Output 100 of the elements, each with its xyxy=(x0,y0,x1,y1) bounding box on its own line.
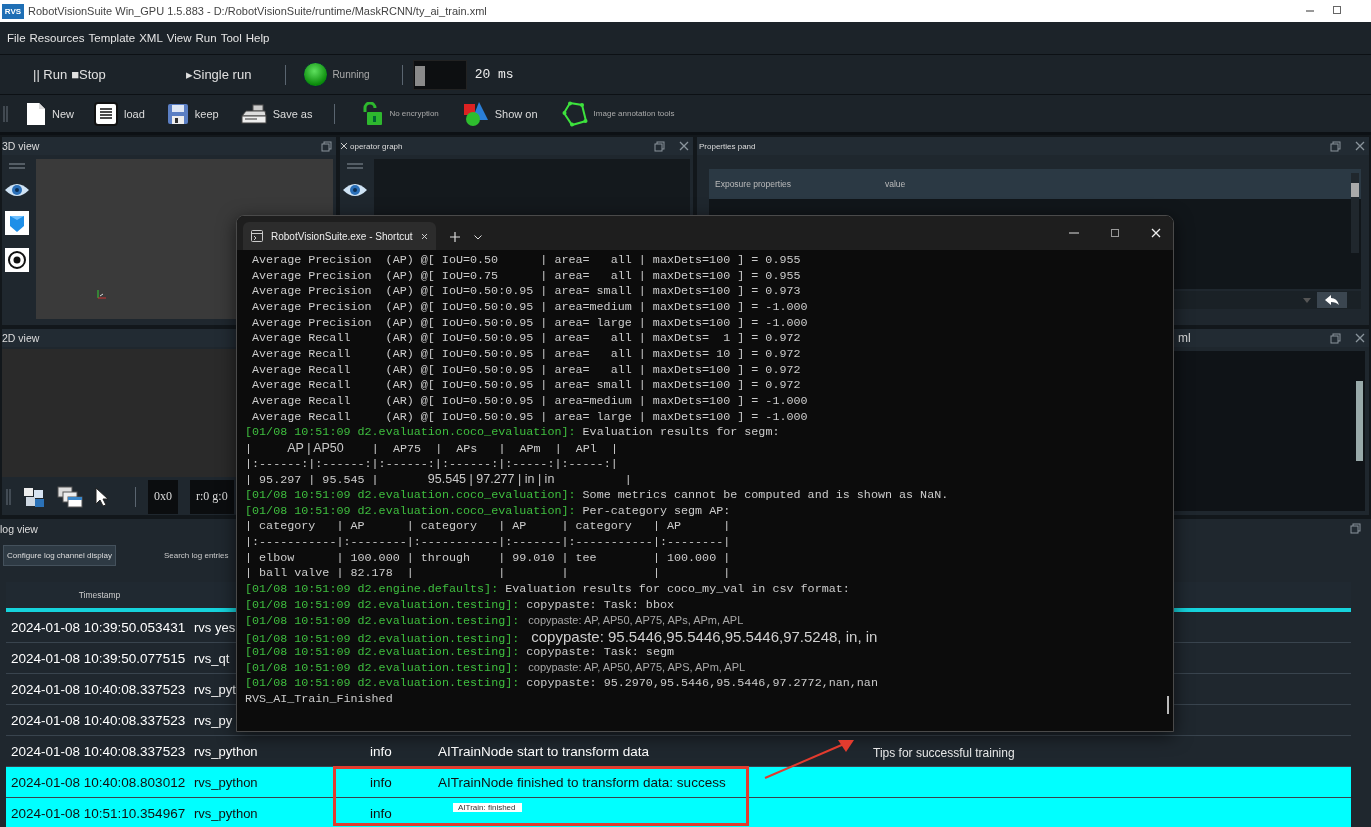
eye-icon[interactable] xyxy=(4,182,30,198)
pointer-icon[interactable] xyxy=(95,487,109,507)
table-cell-text: 2024-01-08 10:40:08.337523 xyxy=(10,712,186,728)
console-line: Average Recall (AR) @[ IoU=0.50:0.95 | area= small | maxDets=100 ] = 0.972 xyxy=(251,378,801,395)
console-line: | 95.297 | 95.545 | 95.545 | 97.277 | in | in | xyxy=(245,472,632,489)
menu-item[interactable]: Template xyxy=(88,32,136,44)
load-button[interactable]: load xyxy=(94,101,145,126)
list-icon xyxy=(94,101,118,126)
eye-icon[interactable] xyxy=(342,182,368,198)
console-line: Average Recall (AR) @[ IoU=0.50:0.95 | area= large | maxDets=100 ] = -1.000 xyxy=(251,409,808,426)
close-icon[interactable] xyxy=(420,232,428,240)
shapes-icon xyxy=(462,100,489,127)
scrollbar[interactable] xyxy=(1351,173,1359,253)
maximize-icon[interactable] xyxy=(1111,229,1119,237)
cube-icon xyxy=(7,213,27,233)
float-icon[interactable] xyxy=(1330,140,1341,152)
menu-item[interactable]: Run xyxy=(195,32,217,44)
table-cell-text: info xyxy=(369,774,392,790)
new-button[interactable]: New xyxy=(26,101,74,126)
column-header: Timestamp xyxy=(77,590,122,600)
column-header: Exposure properties xyxy=(714,179,793,189)
close-icon[interactable] xyxy=(340,142,348,150)
run-button[interactable]: || Run xyxy=(33,67,68,82)
console-line: |:------:|:------:|:------:|:------:|:-----:|:-----:| xyxy=(245,456,618,473)
annotation-tools-button[interactable]: Image annotation tools xyxy=(561,100,675,127)
console-line: Average Recall (AR) @[ IoU=0.50:0.95 | area= all | maxDets= 1 ] = 0.972 xyxy=(251,331,801,348)
console-line: Average Precision (AP) @[ IoU=0.50:0.95 | area= small | maxDets=100 ] = 0.973 xyxy=(251,284,801,300)
console-line: [01/08 10:51:09 d2.evaluation.testing]: copypaste: Task: bbox xyxy=(245,597,674,614)
encryption-button[interactable]: No encryption xyxy=(361,101,439,126)
cube-button[interactable] xyxy=(5,211,29,235)
text-cursor xyxy=(1167,696,1169,714)
speed-slider[interactable] xyxy=(412,59,467,90)
polygon-icon xyxy=(561,100,588,127)
save-as-button[interactable]: Save as xyxy=(240,103,313,124)
menu-item[interactable]: Tool xyxy=(220,32,242,44)
console-line: [01/08 10:51:09 d2.evaluation.testing]: copypaste: 95.2970,95.5446,95.5446,97.2772,nan,nan xyxy=(245,676,878,692)
back-button[interactable] xyxy=(1317,292,1347,308)
table-cell-text: rvs_python xyxy=(193,805,258,821)
panel-title: ml xyxy=(1178,331,1191,345)
document-icon xyxy=(26,101,46,126)
app-logo: RVS xyxy=(2,3,24,19)
table-cell-text: AITrainNode finished to transform data: success xyxy=(437,774,726,790)
menu-item[interactable]: View xyxy=(166,32,192,44)
table-cell-text: rvs_qt xyxy=(193,650,230,666)
plus-icon[interactable] xyxy=(449,232,460,242)
maximize-icon[interactable] xyxy=(1333,6,1341,14)
console-line: | AP | AP50 | AP75 | APs | APm | APl | xyxy=(245,441,618,457)
console-line: | elbow | 100.000 | through | 99.010 | tee | 100.000 | xyxy=(245,550,731,567)
table-cell-text: 2024-01-08 10:40:08.337523 xyxy=(10,743,186,759)
target-icon xyxy=(7,250,27,270)
log-row[interactable]: 2024-01-08 10:40:08.803012 rvs_python info AITrainNode finished to transform data: success xyxy=(6,767,1351,798)
scrollbar[interactable] xyxy=(1356,381,1363,461)
menu-item[interactable]: File xyxy=(7,32,26,44)
panel-title: 2D view xyxy=(2,332,40,344)
menu-item[interactable]: XML xyxy=(139,32,163,44)
annotation-text: Tips for successful training xyxy=(873,746,1015,760)
panel-title: log view xyxy=(0,522,38,535)
log-row[interactable]: 2024-01-08 10:51:10.354967 rvs_python info AITrain: finished xyxy=(6,798,1351,827)
menu-item[interactable]: Resources xyxy=(29,32,85,44)
table-cell-text: 2024-01-08 10:51:10.354967 xyxy=(10,805,186,821)
console-line: Average Recall (AR) @[ IoU=0.50:0.95 | area=medium | maxDets=100 ] = -1.000 xyxy=(251,394,808,410)
table-cell-text: AITrainNode start to transform data xyxy=(437,743,650,759)
show-button[interactable]: Show on xyxy=(462,100,538,127)
console-line: [01/08 10:51:09 d2.evaluation.testing]: copypaste: Task: segm xyxy=(245,644,674,661)
windows-cascade-icon[interactable] xyxy=(57,486,83,508)
chevron-down-icon[interactable] xyxy=(473,235,482,240)
console-line: [01/08 10:51:09 d2.engine.defaults]: Evaluation results for coco_my_val in csv format: xyxy=(245,582,850,598)
windows-tile-icon[interactable] xyxy=(23,486,45,508)
axis-icon xyxy=(96,289,108,299)
window-title: RobotVisionSuite Win_GPU 1.5.883 - D:/RobotVisionSuite/runtime/MaskRCNN/ty_ai_train.xml xyxy=(28,5,488,17)
float-icon[interactable] xyxy=(321,140,332,152)
panel-title: 3D view xyxy=(2,140,40,152)
stop-button[interactable]: ■Stop xyxy=(71,67,106,82)
menu-item[interactable]: Help xyxy=(245,32,270,44)
float-icon[interactable] xyxy=(1330,332,1341,344)
table-cell-text: rvs yes xyxy=(193,619,236,635)
console-tab[interactable]: RobotVisionSuite.exe - Shortcut xyxy=(243,222,436,250)
configure-button[interactable]: Configure log channel display xyxy=(3,544,116,566)
table-cell-text: rvs_python xyxy=(193,743,258,759)
table-cell-text: rvs_py xyxy=(193,712,233,728)
column-header: value xyxy=(884,179,907,189)
keep-button[interactable]: keep xyxy=(166,102,219,125)
grip-icon xyxy=(6,488,11,506)
tab-title: RobotVisionSuite.exe - Shortcut xyxy=(271,230,413,242)
console-line: Average Recall (AR) @[ IoU=0.50:0.95 | area= all | maxDets= 10 ] = 0.972 xyxy=(251,347,801,363)
console-line: [01/08 10:51:09 d2.evaluation.testing]: copypaste: 95.5446,95.5446,95.5446,97.5248, in, in xyxy=(245,629,878,645)
slider-thumb[interactable] xyxy=(414,65,426,86)
padlock-icon xyxy=(361,101,384,126)
table-cell-text: info xyxy=(369,743,392,759)
drive-icon xyxy=(240,103,267,124)
target-button[interactable] xyxy=(5,248,29,272)
float-icon[interactable] xyxy=(1350,523,1361,535)
single-run-button[interactable]: ▸Single run xyxy=(185,67,252,82)
table-cell-text: 2024-01-08 10:40:08.803012 xyxy=(10,774,186,790)
float-icon[interactable] xyxy=(654,140,665,152)
panel-title: operator graph xyxy=(349,141,403,151)
console-line: |:-----------|:--------|:-----------|:-------|:-----------|:--------| xyxy=(245,535,731,551)
speed-reading: 20 ms xyxy=(474,67,514,82)
panel-title: Properties pand xyxy=(698,141,756,151)
console-line: [01/08 10:51:09 d2.evaluation.testing]: copypaste: AP, AP50, AP75, APs, APm, APL xyxy=(245,613,744,630)
